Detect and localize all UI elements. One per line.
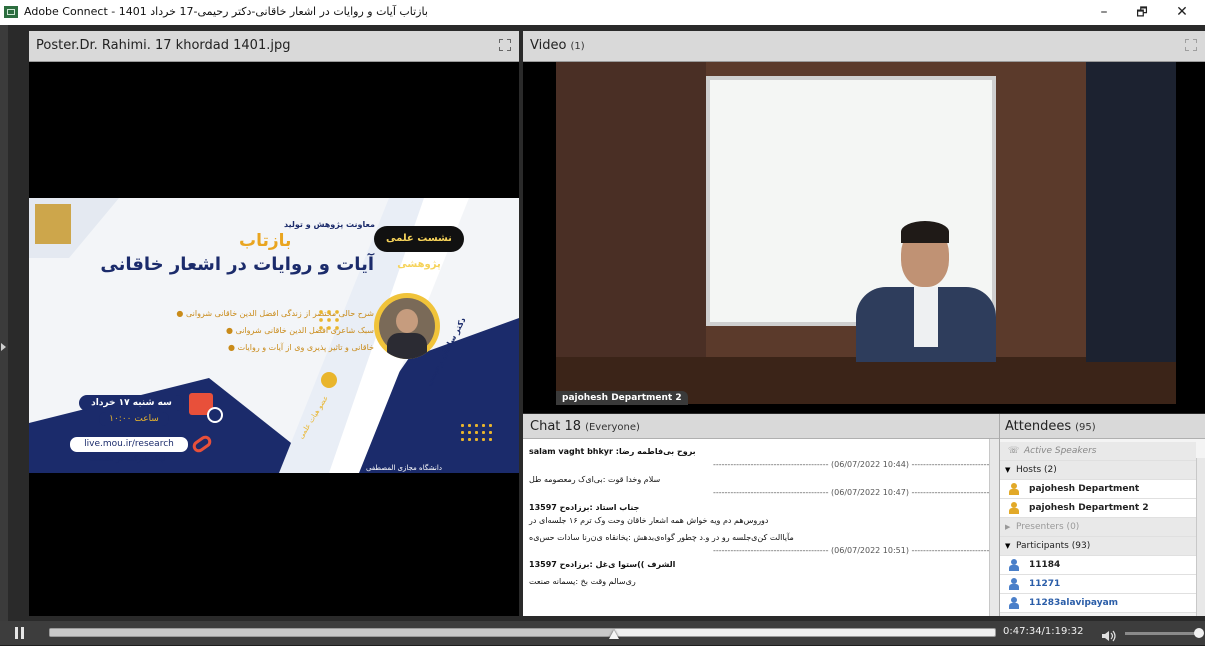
video-stream[interactable] — [556, 62, 1176, 404]
volume-knob[interactable] — [1194, 628, 1204, 638]
attendees-scrollbar[interactable] — [1196, 458, 1205, 616]
playback-progress-bar[interactable] — [49, 628, 996, 637]
share-pod-header: Poster.Dr. Rahimi. 17 khordad 1401.jpg — [29, 31, 519, 62]
participant-row[interactable]: 11283alavipayam — [1000, 594, 1196, 613]
video-fullscreen-icon[interactable] — [1185, 39, 1197, 51]
chat-timestamp: ----------------------------------------… — [713, 546, 989, 555]
attendees-pod: Attendees (95) ☏ Active Speakers ▼ Hosts … — [999, 414, 1205, 616]
volume-icon[interactable] — [1102, 627, 1118, 642]
video-presenter — [846, 221, 1006, 362]
collapse-icon: ▼ — [1005, 542, 1011, 550]
chat-line: جناب استاد :برزاده‌ح 13597 — [529, 503, 640, 512]
poster-dots — [459, 422, 495, 444]
host-user-icon — [1009, 483, 1019, 495]
left-collapse-rail[interactable] — [0, 25, 8, 621]
attendees-title: Attendees (95) — [1005, 419, 1096, 434]
active-speakers: ☏ Active Speakers — [1000, 442, 1196, 461]
chat-header: Chat 18 (Everyone) — [523, 414, 999, 439]
chat-line: سلام وخدا قوت :بی‌ای‌ک رمعصومه طل — [529, 475, 661, 484]
participant-user-icon — [1009, 559, 1019, 571]
award-icon — [321, 372, 337, 388]
video-count: (1) — [570, 41, 585, 52]
host-row[interactable]: pajohesh Department 2 — [1000, 499, 1196, 518]
video-speaker-label: pajohesh Department 2 — [556, 391, 688, 405]
poster-headline: آیات و روایات در اشعار خاقانی — [100, 254, 374, 275]
playback-time: 0:47:34/1:19:32 — [1003, 626, 1084, 637]
share-pod-title: Poster.Dr. Rahimi. 17 khordad 1401.jpg — [36, 38, 291, 53]
expand-icon: ▶ — [1005, 523, 1011, 531]
chat-line: ری‌سالم وقت بخ :یسمانه صنعت — [529, 577, 636, 586]
host-row[interactable]: pajohesh Department — [1000, 480, 1196, 499]
participant-user-icon — [1009, 597, 1019, 609]
chat-line: salam vaght bhkyr :بروح بی‌فاطمه رضا — [529, 447, 696, 456]
hosts-section[interactable]: ▼ Hosts (2) — [1000, 461, 1196, 480]
poster-date: سه شنبه ۱۷ خرداد ۱۴۰۱ — [79, 395, 184, 424]
poster-dots-gold — [317, 308, 343, 334]
video-pod-header: Video (1) — [523, 31, 1205, 62]
participant-user-icon — [1009, 578, 1019, 590]
close-button[interactable]: ✕ — [1160, 0, 1204, 25]
participants-section[interactable]: ▼ Participants (93) — [1000, 537, 1196, 556]
progress-fill — [50, 629, 615, 636]
playhead-thumb[interactable] — [609, 630, 619, 639]
expand-arrow-icon — [1, 343, 6, 351]
video-pod-title: Video (1) — [530, 38, 585, 53]
poster-bullet-3: ● خاقانی و تاثیر پذیری وی از آیات و روای… — [228, 343, 374, 352]
speaker-photo — [374, 293, 440, 359]
chat-title: Chat 18 (Everyone) — [530, 419, 640, 434]
chat-line: مآیاالت کن‌ی‌جلسه رو در و.د چطور گواه‌ی‌… — [529, 533, 794, 542]
pause-button[interactable] — [14, 627, 26, 639]
host-user-icon — [1009, 502, 1019, 514]
chat-timestamp: ----------------------------------------… — [713, 460, 989, 469]
chat-timestamp: ----------------------------------------… — [713, 488, 989, 497]
volume-slider[interactable] — [1125, 632, 1198, 635]
presenters-section[interactable]: ▶ Presenters (0) — [1000, 518, 1196, 537]
poster-url: live.mou.ir/research — [69, 436, 189, 453]
poster-join-note: لینک شرکت در نشست — [89, 454, 166, 463]
poster-image: نشست علمی پژوهشی معاونت پژوهش و تولید با… — [29, 198, 519, 473]
attendees-count: (95) — [1075, 422, 1096, 433]
maximize-button[interactable]: 🗗 — [1120, 0, 1164, 25]
clock-icon — [207, 407, 223, 423]
chat-scrollbar[interactable] — [989, 439, 999, 616]
adobe-connect-app-icon — [4, 6, 18, 18]
chat-line: دوروس‌هم دم ویه خواش همه اشعار خاقان وحت… — [529, 516, 769, 525]
participant-row[interactable]: 11184 — [1000, 556, 1196, 575]
video-wall-right — [1086, 62, 1176, 362]
poster-time: ساعت ۱۰:۰۰ — [99, 412, 169, 426]
poster-series-badge: نشست علمی پژوهشی — [374, 226, 464, 270]
playback-controls: 0:47:34/1:19:32 — [0, 621, 1205, 645]
poster-kicker: بازتاب — [239, 231, 292, 251]
poster-deputy: معاونت پژوهش و تولید — [284, 220, 375, 229]
speaker-icon: ☏ — [1008, 446, 1020, 456]
chat-scope: (Everyone) — [585, 422, 640, 433]
chat-line: الشرف ))ستوا ی‌غل :برزاده‌ح 13597 — [529, 560, 676, 569]
fullscreen-icon[interactable] — [499, 39, 511, 51]
window-title-bar: Adobe Connect - بازتاب آیات و روایات در … — [0, 0, 1205, 25]
video-wall-left — [556, 62, 706, 404]
chat-pod: Chat 18 (Everyone) salam vaght bhkyr :برو… — [523, 414, 999, 616]
participant-row[interactable]: 11271 — [1000, 575, 1196, 594]
poster-university: دانشگاه مجازی المصطفی — [366, 464, 442, 472]
chat-messages: salam vaght bhkyr :بروح بی‌فاطمه رضا ---… — [523, 439, 989, 616]
collapse-icon: ▼ — [1005, 466, 1011, 474]
attendees-header: Attendees (95) — [1000, 414, 1205, 439]
window-title: Adobe Connect - بازتاب آیات و روایات در … — [24, 5, 428, 18]
